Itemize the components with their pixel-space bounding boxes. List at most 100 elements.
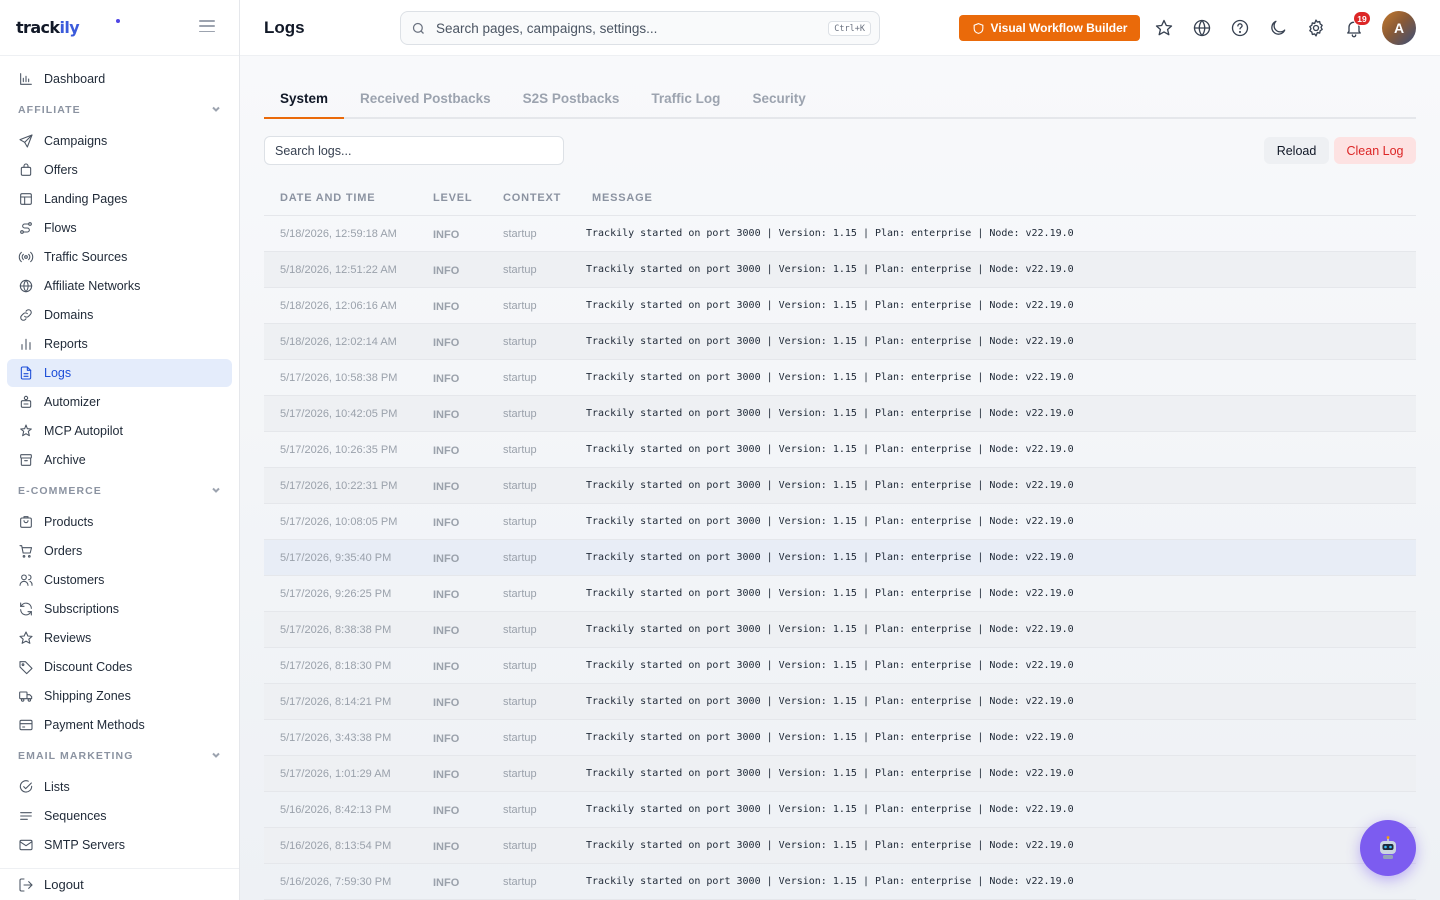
sidebar-item-label: Reviews	[44, 631, 92, 645]
sidebar-item-domains[interactable]: Domains	[7, 301, 232, 329]
sidebar-item-products[interactable]: Products	[7, 508, 232, 536]
table-row[interactable]: 5/17/2026, 3:43:38 PM INFO startup Trackily…	[264, 720, 1416, 756]
log-level: INFO	[433, 876, 460, 889]
star-icon	[18, 630, 34, 646]
log-context: startup	[503, 587, 537, 600]
table-row[interactable]: 5/17/2026, 10:26:35 PM INFO startup Trackil…	[264, 432, 1416, 468]
sidebar-item-lists[interactable]: Lists	[7, 773, 232, 801]
table-row[interactable]: 5/17/2026, 8:38:38 PM INFO startup Trackily…	[264, 612, 1416, 648]
table-row[interactable]: 5/18/2026, 12:59:18 AM INFO startup Trackil…	[264, 216, 1416, 252]
logo[interactable]: trackily	[16, 18, 80, 37]
table-row[interactable]: 5/17/2026, 8:14:21 PM INFO startup Trackily…	[264, 684, 1416, 720]
reload-button[interactable]: Reload	[1264, 137, 1329, 164]
sidebar-item-label: Flows	[44, 221, 77, 235]
sidebar-item-subscriptions[interactable]: Subscriptions	[7, 595, 232, 623]
sidebar-item-payment-methods[interactable]: Payment Methods	[7, 711, 232, 739]
sidebar-section-affiliate[interactable]: AFFILIATE	[0, 94, 239, 126]
table-row[interactable]: 5/17/2026, 10:58:38 PM INFO startup Trackil…	[264, 360, 1416, 396]
user-avatar[interactable]: A	[1382, 11, 1416, 45]
log-date: 5/16/2026, 8:42:13 PM	[280, 803, 392, 816]
sidebar-item-discount-codes[interactable]: Discount Codes	[7, 653, 232, 681]
sidebar-item-label: Traffic Sources	[44, 250, 128, 264]
menu-toggle-icon[interactable]	[199, 20, 215, 32]
log-context: startup	[503, 659, 537, 672]
log-level: INFO	[433, 300, 460, 313]
log-date: 5/17/2026, 3:43:38 PM	[280, 731, 392, 744]
sidebar-item-label: Landing Pages	[44, 192, 128, 206]
sidebar-item-traffic-sources[interactable]: Traffic Sources	[7, 243, 232, 271]
bag-icon	[18, 162, 34, 178]
table-row[interactable]: 5/18/2026, 12:02:14 AM INFO startup Trackil…	[264, 324, 1416, 360]
log-level: INFO	[433, 552, 460, 565]
clean-log-button[interactable]: Clean Log	[1334, 137, 1416, 164]
users-icon	[18, 572, 34, 588]
sidebar-item-reports[interactable]: Reports	[7, 330, 232, 358]
table-row[interactable]: 5/17/2026, 1:01:29 AM INFO startup Trackily…	[264, 756, 1416, 792]
sidebar-item-smtp-servers[interactable]: SMTP Servers	[7, 831, 232, 859]
log-message: Trackily started on port 3000 | Version:…	[586, 336, 1074, 347]
table-row[interactable]: 5/18/2026, 12:51:22 AM INFO startup Trackil…	[264, 252, 1416, 288]
table-row[interactable]: 5/17/2026, 9:26:25 PM INFO startup Trackily…	[264, 576, 1416, 612]
sidebar-item-affiliate-networks[interactable]: Affiliate Networks	[7, 272, 232, 300]
sidebar-item-dashboard[interactable]: Dashboard	[7, 65, 232, 93]
sidebar-item-mcp-autopilot[interactable]: MCP Autopilot	[7, 417, 232, 445]
settings-gear-icon[interactable]	[1306, 18, 1326, 38]
log-context: startup	[503, 263, 537, 276]
sidebar-section-e-commerce[interactable]: E-COMMERCE	[0, 475, 239, 507]
table-row[interactable]: 5/18/2026, 12:06:16 AM INFO startup Trackil…	[264, 288, 1416, 324]
workflow-button-label: Visual Workflow Builder	[990, 21, 1128, 35]
table-row[interactable]: 5/17/2026, 10:42:05 PM INFO startup Trackil…	[264, 396, 1416, 432]
table-row[interactable]: 5/16/2026, 7:59:30 PM INFO startup Trackily…	[264, 864, 1416, 900]
column-header-message[interactable]: MESSAGE	[586, 192, 1416, 204]
table-row[interactable]: 5/16/2026, 8:13:54 PM INFO startup Trackily…	[264, 828, 1416, 864]
table-row[interactable]: 5/17/2026, 10:22:31 PM INFO startup Trackil…	[264, 468, 1416, 504]
sidebar-item-campaigns[interactable]: Campaigns	[7, 127, 232, 155]
visual-workflow-builder-button[interactable]: Visual Workflow Builder	[959, 15, 1140, 41]
star-icon[interactable]	[1154, 18, 1174, 38]
log-search-input[interactable]	[264, 136, 564, 165]
logout-button[interactable]: Logout	[0, 868, 239, 900]
help-icon[interactable]	[1230, 18, 1250, 38]
sidebar-item-shipping-zones[interactable]: Shipping Zones	[7, 682, 232, 710]
sidebar-item-flows[interactable]: Flows	[7, 214, 232, 242]
tab-s2s-postbacks[interactable]: S2S Postbacks	[507, 82, 636, 119]
layout-icon	[18, 191, 34, 207]
sidebar-item-offers[interactable]: Offers	[7, 156, 232, 184]
sidebar-item-reviews[interactable]: Reviews	[7, 624, 232, 652]
sidebar-item-logs[interactable]: Logs	[7, 359, 232, 387]
sidebar-item-orders[interactable]: Orders	[7, 537, 232, 565]
log-date: 5/17/2026, 1:01:29 AM	[280, 767, 391, 780]
sidebar-item-automizer[interactable]: Automizer	[7, 388, 232, 416]
column-header-date[interactable]: DATE AND TIME	[264, 192, 433, 204]
sidebar-item-label: Automizer	[44, 395, 101, 409]
check-circle-icon	[18, 779, 34, 795]
column-header-level[interactable]: LEVEL	[433, 192, 503, 204]
dark-mode-icon[interactable]	[1268, 18, 1288, 38]
table-row[interactable]: 5/17/2026, 9:35:40 PM INFO startup Trackily…	[264, 540, 1416, 576]
sidebar-item-landing-pages[interactable]: Landing Pages	[7, 185, 232, 213]
global-search[interactable]: Ctrl+K	[400, 11, 880, 45]
global-search-input[interactable]	[436, 20, 816, 36]
log-message: Trackily started on port 3000 | Version:…	[586, 444, 1074, 455]
brand: trackily	[0, 0, 239, 56]
globe-icon[interactable]	[1192, 18, 1212, 38]
top-header: Logs Ctrl+K Visual Workflow Builder 19 A	[240, 0, 1440, 56]
tab-security[interactable]: Security	[736, 82, 821, 119]
table-row[interactable]: 5/17/2026, 8:18:30 PM INFO startup Trackily…	[264, 648, 1416, 684]
sidebar-item-customers[interactable]: Customers	[7, 566, 232, 594]
table-row[interactable]: 5/17/2026, 10:08:05 PM INFO startup Trackil…	[264, 504, 1416, 540]
log-context: startup	[503, 767, 537, 780]
log-message: Trackily started on port 3000 | Version:…	[586, 804, 1074, 815]
sidebar-item-archive[interactable]: Archive	[7, 446, 232, 474]
bar-chart-icon	[18, 336, 34, 352]
sidebar-item-label: Logs	[44, 366, 72, 380]
tab-received-postbacks[interactable]: Received Postbacks	[344, 82, 507, 119]
sidebar-item-sequences[interactable]: Sequences	[7, 802, 232, 830]
table-row[interactable]: 5/16/2026, 8:42:13 PM INFO startup Trackily…	[264, 792, 1416, 828]
table-header: DATE AND TIME LEVEL CONTEXT MESSAGE	[264, 180, 1416, 216]
column-header-context[interactable]: CONTEXT	[503, 192, 586, 204]
tab-system[interactable]: System	[264, 82, 345, 119]
sidebar-section-email-marketing[interactable]: EMAIL MARKETING	[0, 740, 239, 772]
assistant-bot-button[interactable]	[1360, 820, 1416, 876]
tab-traffic-log[interactable]: Traffic Log	[635, 82, 736, 119]
